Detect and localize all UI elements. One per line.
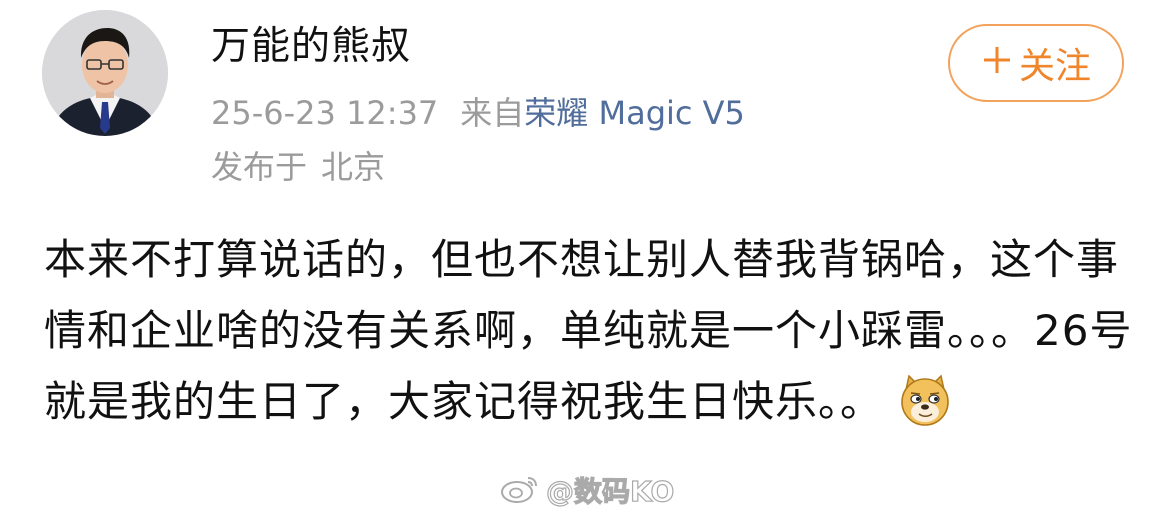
plus-icon xyxy=(981,43,1013,83)
author-name[interactable]: 万能的熊叔 xyxy=(211,22,411,72)
location-name: 北京 xyxy=(321,148,386,186)
post-location: 发布于 北京 xyxy=(211,144,385,190)
post-text: 本来不打算说话的，但也不想让别人替我背锅哈，这个事情和企业啥的没有关系啊，单纯就… xyxy=(44,235,1133,426)
source-prefix: 来自 xyxy=(460,94,525,132)
watermark: @数码KO xyxy=(500,470,675,510)
follow-button[interactable]: 关注 xyxy=(948,24,1124,102)
doge-emoji-icon xyxy=(897,372,953,428)
source-device-link[interactable]: 荣耀 Magic V5 xyxy=(524,94,745,132)
location-prefix: 发布于 xyxy=(211,148,308,186)
follow-label: 关注 xyxy=(1018,46,1091,87)
weibo-post-card: 万能的熊叔 25-6-23 12:37 来自荣耀 Magic V5 发布于 北京 关… xyxy=(0,0,1170,520)
watermark-text: @数码KO xyxy=(545,474,675,508)
weibo-logo-icon xyxy=(500,472,540,508)
post-meta: 25-6-23 12:37 来自荣耀 Magic V5 xyxy=(211,90,745,136)
post-body: 本来不打算说话的，但也不想让别人替我背锅哈，这个事情和企业啥的没有关系啊，单纯就… xyxy=(44,224,1134,437)
author-avatar[interactable] xyxy=(42,10,168,136)
post-time: 25-6-23 12:37 xyxy=(211,94,439,132)
